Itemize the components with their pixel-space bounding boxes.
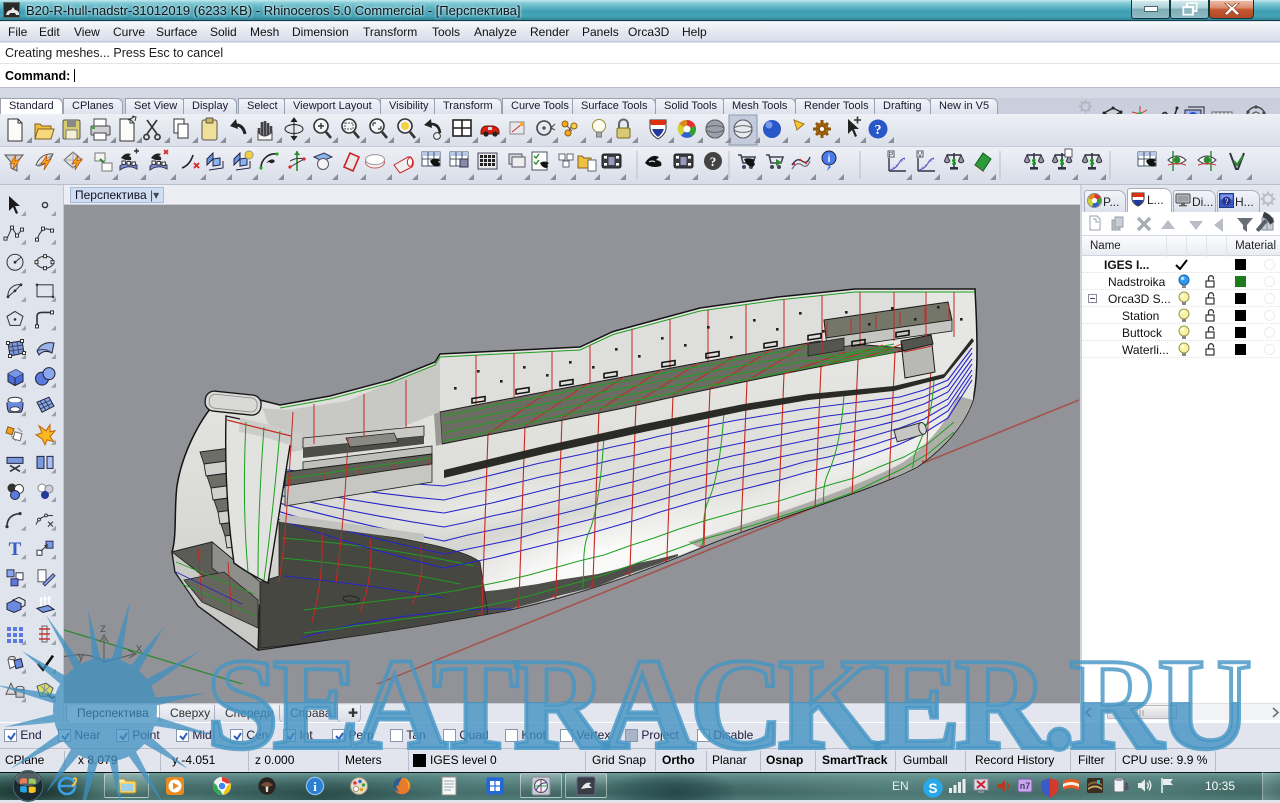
svg-text:$: $ [1032, 158, 1037, 167]
svg-text:y: y [78, 649, 84, 663]
svg-text:$: $ [1060, 158, 1065, 167]
svg-text:?: ? [875, 123, 882, 138]
svg-text:T: T [9, 539, 22, 560]
svg-text:P: P [889, 152, 894, 159]
svg-text:S: S [929, 781, 938, 796]
svg-text:?: ? [710, 154, 717, 169]
svg-text:i: i [313, 779, 317, 794]
svg-text:?: ? [1225, 196, 1229, 206]
svg-text:x: x [136, 641, 142, 655]
svg-text:i: i [828, 154, 831, 165]
svg-text:$: $ [1090, 158, 1095, 167]
svg-text:n7: n7 [1020, 781, 1031, 791]
svg-text:z: z [100, 621, 106, 635]
svg-text:$: $ [952, 158, 957, 167]
svg-text:V: V [918, 152, 923, 159]
